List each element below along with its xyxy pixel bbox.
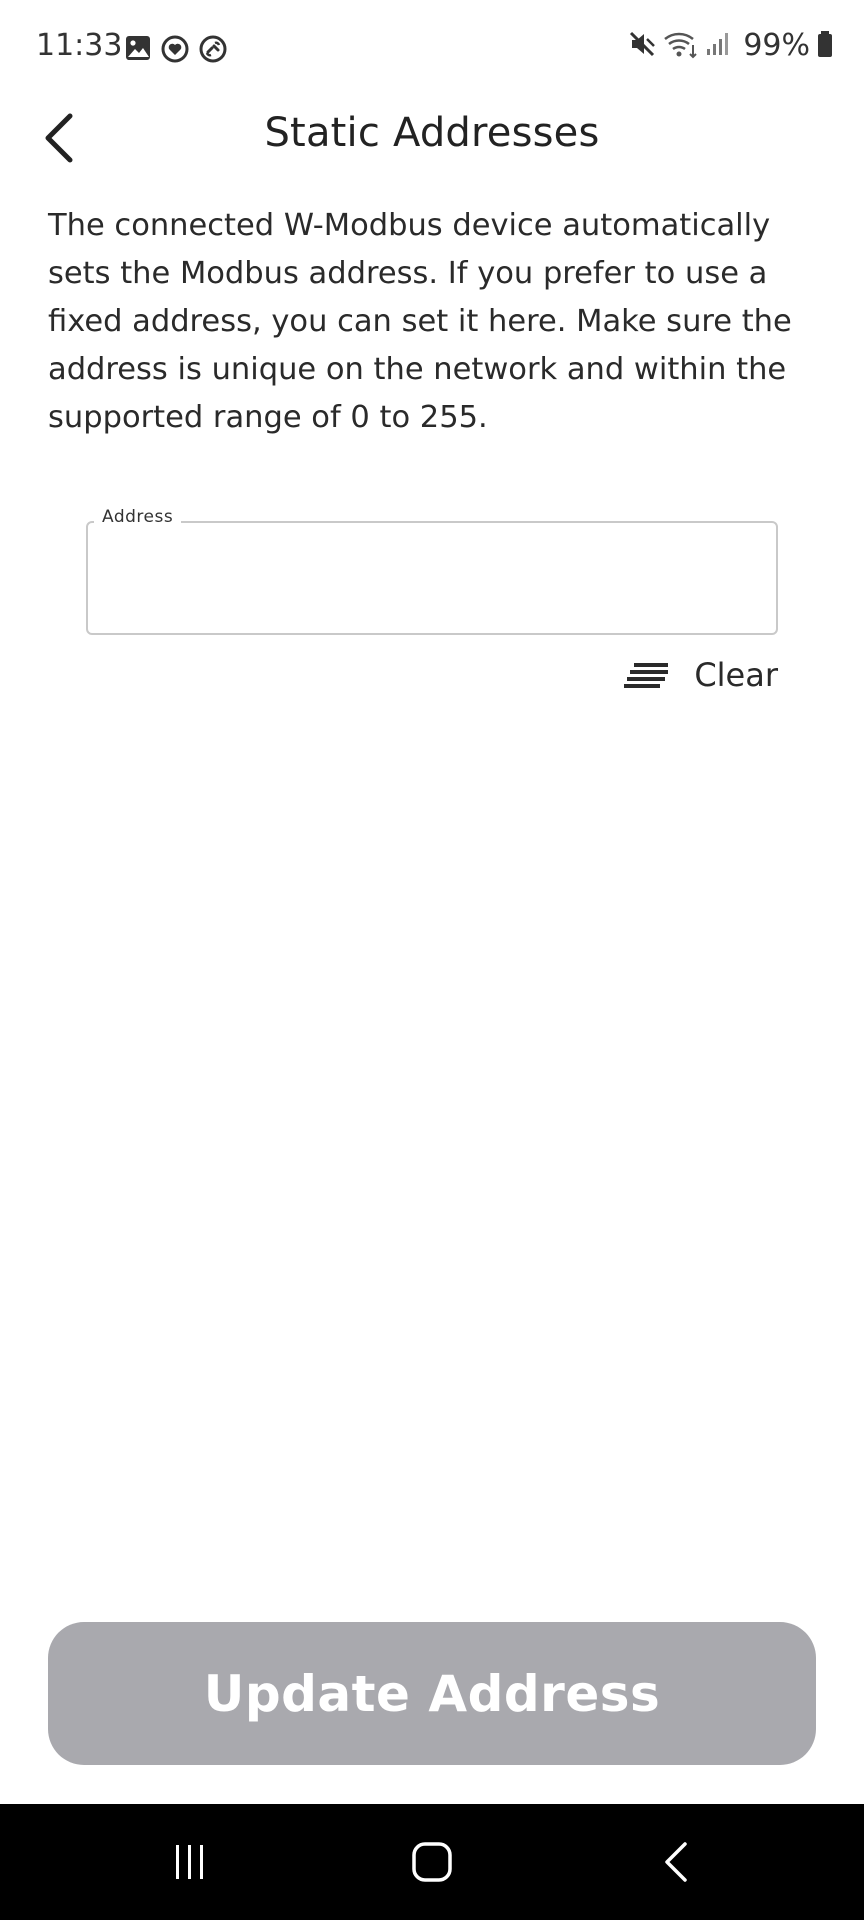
description-text: The connected W-Modbus device automatica… [48,208,792,435]
link-icon [198,34,228,68]
recents-button[interactable] [160,1834,220,1890]
status-notification-icons [124,34,228,68]
clear-label: Clear [694,656,778,694]
update-address-label: Update Address [203,1664,661,1723]
page-title: Static Addresses [264,110,600,156]
address-field[interactable]: Address [86,507,778,635]
mute-icon [627,29,657,63]
battery-percent: 99% [743,28,810,63]
home-icon [412,1842,452,1882]
screen: 11:33 99% Static Addresses The connected… [0,0,864,1920]
wifi-icon [663,29,699,63]
signal-icon [705,29,731,63]
back-icon [665,1842,687,1882]
status-system-icons: 99% [627,28,834,63]
header: Static Addresses [0,96,864,180]
home-button[interactable] [402,1834,462,1890]
update-address-button[interactable]: Update Address [48,1622,816,1765]
navigation-bar [0,1804,864,1920]
clear-lines-icon [624,663,669,688]
address-input[interactable] [106,547,750,609]
heart-badge-icon [160,34,190,68]
clear-button[interactable]: Clear [624,650,778,700]
battery-icon [816,29,834,63]
recents-icon [176,1845,203,1879]
gallery-icon [124,34,152,68]
status-bar: 11:33 99% [0,0,864,96]
address-field-label: Address [94,507,182,527]
system-back-button[interactable] [646,1834,706,1890]
status-time: 11:33 [36,28,123,63]
